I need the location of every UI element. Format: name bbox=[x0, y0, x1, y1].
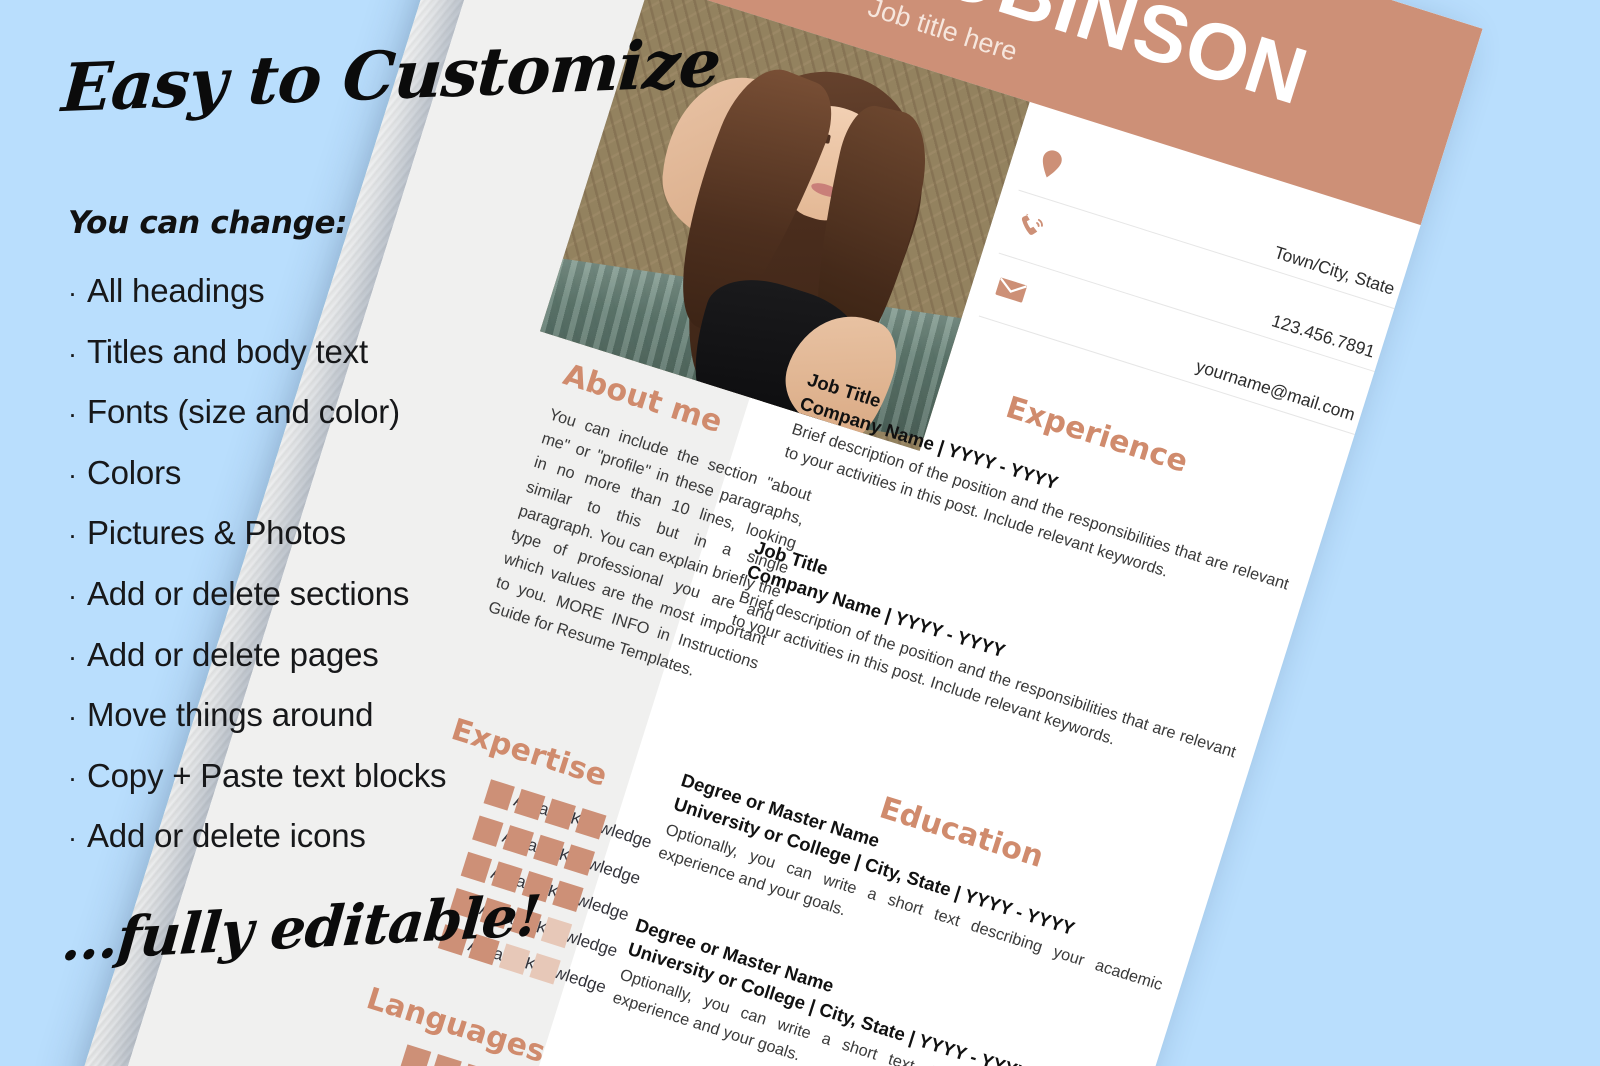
list-item-label: Pictures & Photos bbox=[87, 514, 346, 552]
contact-email-value: yourname@mail.com bbox=[1193, 355, 1358, 425]
promo-footline: ...fully editable! bbox=[59, 882, 543, 975]
list-item: · All headings bbox=[68, 262, 668, 323]
list-item-label: All headings bbox=[87, 272, 265, 309]
bullet-marker: · bbox=[68, 459, 77, 490]
bullet-marker: · bbox=[68, 702, 77, 733]
bullet-marker: · bbox=[68, 762, 77, 793]
promo-feature-list: · All headings · Titles and body text · Fon… bbox=[68, 262, 668, 868]
promo-subheading: You can change: bbox=[68, 205, 348, 241]
list-item: · Add or delete icons bbox=[68, 807, 668, 868]
list-item: · Add or delete pages bbox=[68, 626, 668, 687]
list-item-label: Add or delete icons bbox=[87, 817, 366, 855]
bullet-marker: · bbox=[68, 278, 77, 308]
bullet-marker: · bbox=[68, 823, 77, 854]
list-item: · Colors bbox=[68, 444, 668, 505]
list-item-label: Copy + Paste text blocks bbox=[87, 756, 447, 794]
list-item: · Titles and body text bbox=[68, 323, 668, 384]
list-item: · Fonts (size and color) bbox=[68, 383, 668, 444]
list-item: · Copy + Paste text blocks bbox=[68, 747, 668, 808]
promo-panel: Easy to Customize You can change: · All h… bbox=[0, 0, 723, 1066]
list-item-label: Add or delete sections bbox=[87, 574, 410, 612]
promo-headline: Easy to Customize bbox=[59, 23, 723, 128]
list-item-label: Titles and body text bbox=[87, 332, 368, 370]
location-pin-icon bbox=[1027, 140, 1075, 188]
mockup-canvas: ARIA ROBINSON Job title here bbox=[0, 0, 1600, 1066]
list-item: · Move things around bbox=[68, 686, 668, 747]
list-item: · Pictures & Photos bbox=[68, 504, 668, 565]
bullet-marker: · bbox=[68, 338, 77, 369]
envelope-icon bbox=[987, 266, 1035, 314]
bullet-marker: · bbox=[68, 399, 77, 430]
list-item-label: Fonts (size and color) bbox=[87, 393, 400, 431]
list-item-label: Colors bbox=[87, 453, 182, 491]
bullet-marker: · bbox=[68, 520, 77, 551]
list-item-label: Add or delete pages bbox=[87, 635, 379, 673]
phone-icon bbox=[1007, 203, 1055, 251]
list-item: · Add or delete sections bbox=[68, 565, 668, 626]
bullet-marker: · bbox=[68, 580, 77, 611]
bullet-marker: · bbox=[68, 641, 77, 672]
list-item-label: Move things around bbox=[87, 696, 374, 734]
